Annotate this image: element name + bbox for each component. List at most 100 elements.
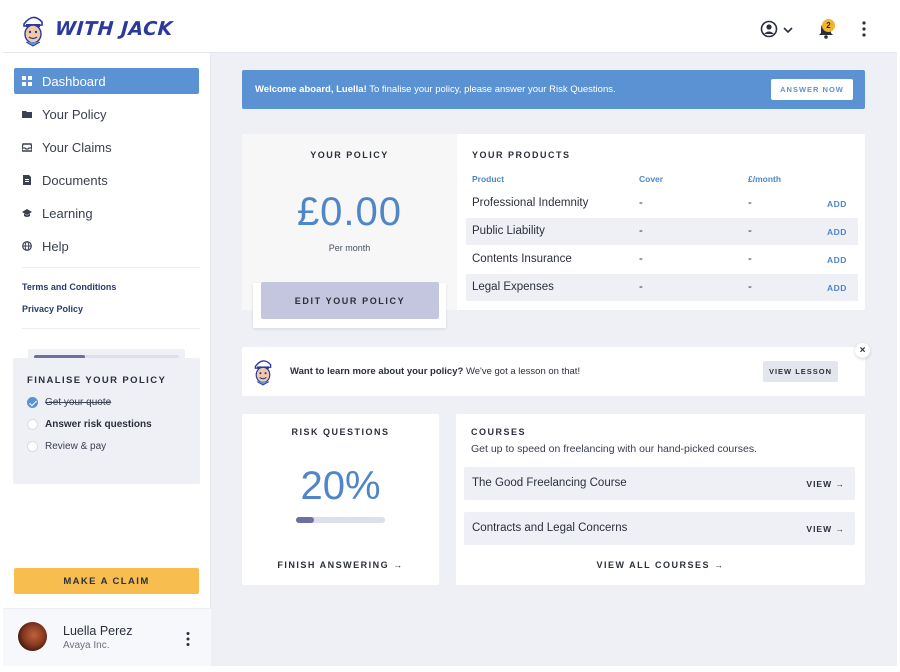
- table-row: Contents Insurance - - ADD: [466, 246, 858, 273]
- notification-badge: 2: [822, 19, 835, 32]
- edit-policy-button[interactable]: EDIT YOUR POLICY: [261, 282, 439, 319]
- view-all-courses-link[interactable]: VIEW ALL COURSES →: [456, 560, 865, 570]
- product-monthly: -: [748, 281, 752, 293]
- user-circle-icon: [760, 20, 778, 38]
- course-item[interactable]: Contracts and Legal Concerns VIEW →: [464, 512, 855, 545]
- table-row: Public Liability - - ADD: [466, 218, 858, 245]
- welcome-text: To finalise your policy, please answer y…: [366, 84, 616, 95]
- privacy-link[interactable]: Privacy Policy: [22, 304, 83, 314]
- terms-link[interactable]: Terms and Conditions: [22, 282, 116, 292]
- product-name: Contents Insurance: [472, 253, 572, 265]
- add-product-button[interactable]: ADD: [827, 199, 847, 209]
- lesson-message: Want to learn more about your policy? We…: [290, 366, 580, 377]
- folder-icon: [22, 111, 32, 118]
- grid-icon: [22, 76, 32, 86]
- add-product-button[interactable]: ADD: [827, 227, 847, 237]
- courses-subtitle: Get up to speed on freelancing with our …: [471, 443, 758, 455]
- sidebar-item-label: Dashboard: [42, 73, 106, 89]
- step-label: Get your quote: [45, 397, 112, 408]
- product-monthly: -: [748, 253, 752, 265]
- step-answer-risk[interactable]: Answer risk questions: [27, 419, 152, 430]
- product-cover: -: [639, 253, 643, 265]
- lesson-question: Want to learn more about your policy?: [290, 366, 464, 377]
- product-monthly: -: [748, 197, 752, 209]
- mascot-logo: [254, 360, 272, 386]
- make-claim-button[interactable]: MAKE A CLAIM: [14, 568, 199, 594]
- policy-card: YOUR POLICY £0.00 Per month EDIT YOUR PO…: [242, 134, 865, 328]
- avatar[interactable]: [18, 622, 47, 651]
- column-header-cover: Cover: [639, 174, 664, 184]
- view-course-link[interactable]: VIEW →: [806, 524, 845, 534]
- add-product-button[interactable]: ADD: [827, 255, 847, 265]
- add-product-button[interactable]: ADD: [827, 283, 847, 293]
- risk-progress-bar: [296, 517, 385, 523]
- step-get-quote[interactable]: Get your quote: [27, 397, 111, 408]
- kebab-menu-icon[interactable]: [859, 20, 869, 38]
- product-monthly: -: [748, 225, 752, 237]
- divider: [22, 267, 200, 268]
- product-cover: -: [639, 225, 643, 237]
- policy-summary: YOUR POLICY £0.00 Per month EDIT YOUR PO…: [242, 134, 457, 328]
- radio-icon: [27, 419, 38, 430]
- welcome-greeting: Welcome aboard, Luella!: [255, 84, 367, 95]
- app-window: WITH JACK 2 Dashboard Your Policy Your C…: [3, 3, 897, 666]
- sidebar-item-your-claims[interactable]: Your Claims: [14, 134, 199, 160]
- policy-period: Per month: [328, 243, 371, 253]
- sidebar-item-your-policy[interactable]: Your Policy: [14, 101, 199, 127]
- courses-card: COURSES Get up to speed on freelancing w…: [456, 414, 865, 585]
- table-row: Professional Indemnity - - ADD: [466, 190, 858, 217]
- lesson-text: We've got a lesson on that!: [463, 366, 581, 377]
- risk-percent: 20%: [300, 464, 381, 508]
- sidebar-item-label: Your Policy: [42, 106, 107, 122]
- courses-title: COURSES: [471, 427, 527, 437]
- kebab-menu-icon[interactable]: [184, 631, 192, 647]
- user-profile: Luella Perez Avaya Inc.: [3, 608, 211, 666]
- view-course-link[interactable]: VIEW →: [806, 479, 845, 489]
- sidebar-item-documents[interactable]: Documents: [14, 167, 199, 193]
- chevron-down-icon: [783, 27, 793, 34]
- mascot-logo[interactable]: [20, 13, 46, 47]
- user-name: Luella Perez: [63, 624, 133, 638]
- risk-questions-card: RISK QUESTIONS 20% FINISH ANSWERING →: [242, 414, 439, 585]
- document-icon: [23, 175, 31, 185]
- welcome-message: Welcome aboard, Luella! To finalise your…: [255, 84, 616, 95]
- sidebar-item-help[interactable]: Help: [14, 233, 199, 259]
- sidebar-item-label: Help: [42, 238, 69, 254]
- sidebar-item-dashboard[interactable]: Dashboard: [14, 68, 199, 94]
- sidebar: Dashboard Your Policy Your Claims Docume…: [3, 53, 211, 666]
- product-name: Public Liability: [472, 225, 545, 237]
- top-bar: WITH JACK 2: [3, 3, 897, 53]
- course-name: Contracts and Legal Concerns: [472, 522, 628, 534]
- user-company: Avaya Inc.: [63, 640, 110, 651]
- user-menu-button[interactable]: [760, 20, 794, 40]
- product-cover: -: [639, 281, 643, 293]
- sidebar-item-learning[interactable]: Learning: [14, 200, 199, 226]
- sidebar-item-label: Documents: [42, 172, 108, 188]
- check-icon: [27, 397, 38, 408]
- products-title: YOUR PRODUCTS: [472, 150, 571, 160]
- step-label: Review & pay: [45, 441, 107, 452]
- close-icon[interactable]: ×: [855, 343, 870, 358]
- finish-answering-link[interactable]: FINISH ANSWERING →: [242, 560, 439, 570]
- radio-icon: [27, 441, 38, 452]
- product-cover: -: [639, 197, 643, 209]
- policy-title: YOUR POLICY: [310, 150, 389, 160]
- inbox-icon: [22, 143, 32, 152]
- product-name: Legal Expenses: [472, 281, 554, 293]
- product-name: Professional Indemnity: [472, 197, 589, 209]
- divider: [22, 328, 200, 329]
- view-lesson-button[interactable]: VIEW LESSON: [763, 361, 838, 382]
- lesson-banner: Want to learn more about your policy? We…: [242, 347, 865, 396]
- course-name: The Good Freelancing Course: [472, 477, 627, 489]
- column-header-product: Product: [472, 174, 505, 184]
- course-item[interactable]: The Good Freelancing Course VIEW →: [464, 467, 855, 500]
- sidebar-item-label: Your Claims: [42, 139, 112, 155]
- risk-title: RISK QUESTIONS: [291, 427, 390, 437]
- graduation-cap-icon: [22, 209, 32, 217]
- globe-icon: [22, 241, 32, 251]
- step-review-pay[interactable]: Review & pay: [27, 441, 106, 452]
- step-label: Answer risk questions: [45, 419, 152, 430]
- answer-now-button[interactable]: ANSWER NOW: [771, 79, 853, 100]
- welcome-banner: Welcome aboard, Luella! To finalise your…: [242, 70, 865, 109]
- table-row: Legal Expenses - - ADD: [466, 274, 858, 301]
